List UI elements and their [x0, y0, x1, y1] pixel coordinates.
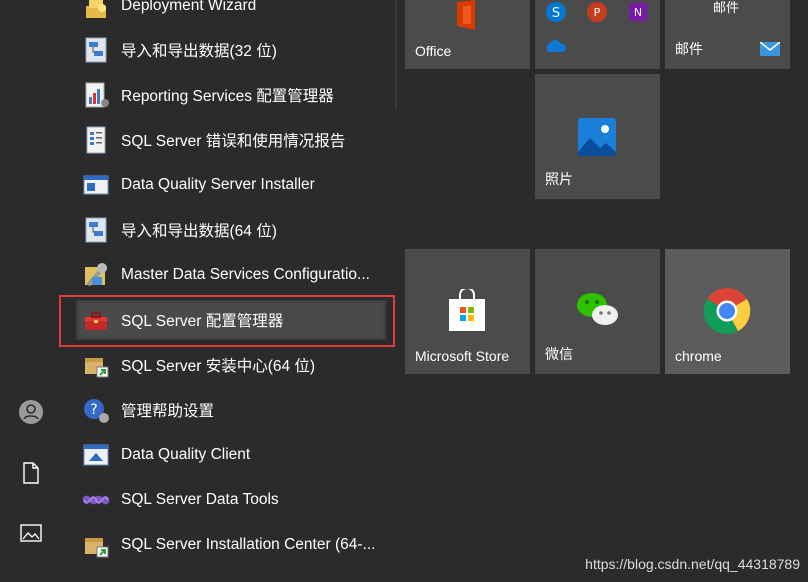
toolbox-icon [80, 304, 112, 336]
master-data-icon [80, 259, 112, 291]
app-item-dq-server-installer[interactable]: Data Quality Server Installer [76, 165, 386, 205]
pictures-icon[interactable] [16, 518, 46, 548]
start-rail [0, 0, 62, 582]
svg-text:P: P [594, 6, 601, 19]
dq-client-icon [80, 439, 112, 471]
help-settings-icon: ? [80, 394, 112, 426]
user-icon[interactable] [16, 397, 46, 427]
mail-icon [759, 41, 781, 61]
app-item-error-report[interactable]: SQL Server 错误和使用情况报告 [76, 120, 386, 160]
svg-text:?: ? [90, 402, 97, 418]
app-item-import-export-32[interactable]: 导入和导出数据(32 位) [76, 30, 386, 70]
import-export-icon [80, 34, 112, 66]
reporting-services-icon [80, 79, 112, 111]
mail-preview-text: 邮件 [713, 0, 740, 15]
tile-wechat[interactable]: 微信 [535, 249, 660, 374]
app-item-dq-client[interactable]: Data Quality Client [76, 435, 386, 475]
dq-installer-icon [80, 169, 112, 201]
svg-text:S: S [552, 6, 560, 21]
svg-text:N: N [634, 6, 642, 19]
import-export-icon [80, 214, 112, 246]
app-item-help-settings[interactable]: ? 管理帮助设置 [76, 390, 386, 430]
tile-photos[interactable]: 照片 [535, 74, 660, 199]
skype-icon: S [545, 1, 567, 28]
app-item-data-tools[interactable]: SQL Server Data Tools [76, 480, 386, 520]
error-report-icon [80, 124, 112, 156]
tile-mail[interactable]: 邮件 邮件 [665, 0, 790, 69]
app-item-reporting-services[interactable]: Reporting Services 配置管理器 [76, 75, 386, 115]
onenote-icon: N [627, 1, 649, 28]
scrollbar-track[interactable] [395, 0, 397, 110]
tile-office[interactable]: Office [405, 0, 530, 69]
tile-microsoft-store[interactable]: Microsoft Store [405, 249, 530, 374]
app-item-install-center[interactable]: SQL Server Installation Center (64-... [76, 525, 386, 565]
watermark-text: https://blog.csdn.net/qq_44318789 [585, 556, 800, 572]
powerpoint-icon: P [586, 1, 608, 28]
app-item-master-data-services[interactable]: Master Data Services Configuratio... [76, 255, 386, 295]
app-item-sql-config-manager[interactable]: SQL Server 配置管理器 [76, 300, 386, 340]
wechat-icon [575, 289, 621, 334]
office-icon [451, 0, 485, 35]
app-item-deployment-wizard[interactable]: Deployment Wizard [76, 0, 386, 26]
onedrive-icon [543, 38, 569, 59]
app-item-import-export-64[interactable]: 导入和导出数据(64 位) [76, 210, 386, 250]
chrome-icon [703, 287, 751, 340]
data-tools-icon [80, 484, 112, 516]
tile-chrome[interactable]: chrome [665, 249, 790, 374]
store-icon [447, 287, 487, 338]
photos-icon [578, 118, 616, 161]
app-item-install-center-64[interactable]: SQL Server 安装中心(64 位) [76, 345, 386, 385]
tile-office-apps[interactable]: S P N [535, 0, 660, 69]
install-center-icon [80, 529, 112, 561]
install-center-icon [80, 349, 112, 381]
deployment-wizard-icon [80, 0, 112, 22]
app-list: Deployment Wizard 导入和导出数据(32 位) Reportin… [62, 0, 398, 582]
document-icon[interactable] [16, 458, 46, 488]
